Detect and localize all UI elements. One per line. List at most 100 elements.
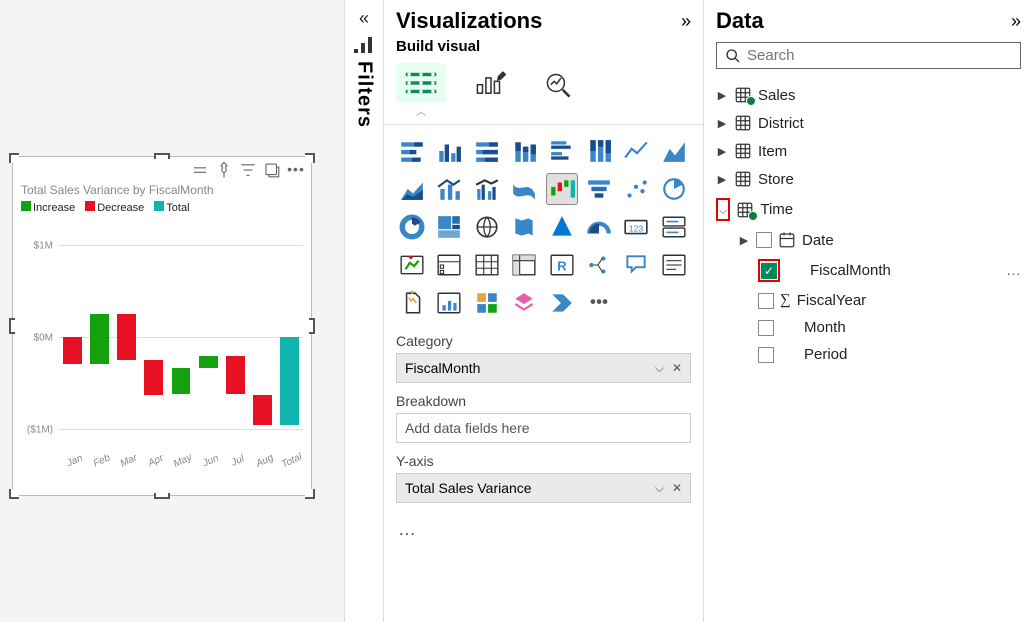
line-stacked-column-icon[interactable] — [433, 173, 465, 205]
table-district[interactable]: ▶District — [716, 109, 1021, 137]
qa-visual-icon[interactable] — [620, 249, 652, 281]
stacked-column-icon[interactable] — [508, 135, 540, 167]
slicer-icon[interactable] — [433, 249, 465, 281]
category-field-well[interactable]: FiscalMonth ⌵✕ — [396, 353, 691, 383]
ribbon-chart-icon[interactable] — [508, 173, 540, 205]
area-chart-icon[interactable] — [658, 135, 690, 167]
map-icon[interactable] — [471, 211, 503, 243]
clustered-bar-icon[interactable] — [546, 135, 578, 167]
funnel-chart-icon[interactable] — [583, 173, 615, 205]
bar-feb[interactable] — [90, 314, 109, 364]
table-sales[interactable]: ▶Sales — [716, 81, 1021, 109]
line-clustered-column-icon[interactable] — [471, 173, 503, 205]
field-fiscalmonth[interactable]: ✓FiscalMonth… — [716, 254, 1021, 287]
search-icon — [725, 48, 741, 64]
visual-type-gallery: 123 R ••• — [396, 135, 691, 319]
table-item[interactable]: ▶Item — [716, 137, 1021, 165]
stacked-column-100-icon[interactable] — [583, 135, 615, 167]
chevron-down-icon[interactable]: ⌵ — [655, 361, 664, 376]
more-options-icon[interactable]: ••• — [287, 161, 305, 179]
bar-apr[interactable] — [144, 360, 163, 395]
search-input[interactable] — [747, 47, 1012, 64]
pie-chart-icon[interactable] — [658, 173, 690, 205]
checkbox-period[interactable] — [758, 347, 774, 363]
category-well-label: Category — [396, 333, 691, 349]
bar-jan[interactable] — [63, 337, 82, 364]
field-more-icon[interactable]: … — [1006, 262, 1021, 279]
focus-mode-icon[interactable] — [263, 161, 281, 179]
filled-map-icon[interactable] — [508, 211, 540, 243]
bar-mar[interactable] — [117, 314, 136, 360]
bar-aug[interactable] — [253, 395, 272, 426]
table-time[interactable]: ⌵Time — [716, 193, 1021, 226]
kpi-icon[interactable] — [396, 249, 428, 281]
checkbox-date[interactable] — [756, 232, 772, 248]
donut-chart-icon[interactable] — [396, 211, 428, 243]
clustered-column-icon[interactable] — [433, 135, 465, 167]
gauge-icon[interactable] — [583, 211, 615, 243]
build-visual-tab[interactable] — [396, 63, 446, 103]
get-more-visuals-icon[interactable]: ••• — [583, 287, 615, 319]
scatter-chart-icon[interactable] — [620, 173, 652, 205]
format-visual-tab[interactable] — [466, 63, 516, 103]
app-source-icon[interactable] — [508, 287, 540, 319]
multi-row-card-icon[interactable] — [658, 211, 690, 243]
chart-legend: Increase Decrease Total — [13, 201, 311, 222]
hierarchy-date[interactable]: ▶Date — [716, 226, 1021, 254]
py-visual-icon[interactable] — [433, 287, 465, 319]
checkbox-fiscalyear[interactable] — [758, 293, 774, 309]
remove-field-icon[interactable]: ✕ — [672, 481, 682, 496]
drag-handle-icon[interactable] — [191, 161, 209, 179]
chevron-down-icon[interactable]: ⌵ — [655, 481, 664, 496]
stacked-bar-icon[interactable] — [396, 135, 428, 167]
pin-icon[interactable] — [215, 161, 233, 179]
checkbox-fiscalmonth[interactable]: ✓ — [761, 263, 777, 279]
bar-jun[interactable] — [199, 356, 218, 368]
collapse-data-icon[interactable]: » — [1011, 11, 1021, 32]
report-canvas[interactable]: ••• Total Sales Variance by FiscalMonth … — [0, 0, 344, 622]
bar-may[interactable] — [172, 368, 191, 395]
data-pane-title: Data — [716, 8, 764, 34]
legend-swatch-total — [154, 201, 164, 211]
decomposition-tree-icon[interactable] — [583, 249, 615, 281]
expand-filters-icon[interactable]: « — [359, 8, 369, 29]
breakdown-well-label: Breakdown — [396, 393, 691, 409]
chart-title: Total Sales Variance by FiscalMonth — [13, 183, 311, 201]
waterfall-chart-icon[interactable] — [546, 173, 578, 205]
smart-narrative-icon[interactable] — [658, 249, 690, 281]
legend-swatch-decrease — [85, 201, 95, 211]
paginated-report-icon[interactable] — [396, 287, 428, 319]
stacked-area-icon[interactable] — [396, 173, 428, 205]
power-automate-icon[interactable] — [546, 287, 578, 319]
collapse-viz-icon[interactable]: » — [681, 11, 691, 32]
yaxis-field-well[interactable]: Total Sales Variance ⌵✕ — [396, 473, 691, 503]
table-store[interactable]: ▶Store — [716, 165, 1021, 193]
chart-plot-area: $1M $0M ($1M) — [59, 222, 303, 452]
analytics-tab[interactable] — [536, 63, 586, 103]
treemap-icon[interactable] — [433, 211, 465, 243]
visualizations-pane: Visualizations » Build visual ︿ 123R••• … — [384, 0, 704, 622]
fields-tree: ▶Sales ▶District ▶Item ▶Store ⌵Time ▶Dat… — [716, 81, 1021, 368]
checkbox-month[interactable] — [758, 320, 774, 336]
more-field-wells[interactable]: … — [396, 513, 691, 540]
waterfall-visual[interactable]: ••• Total Sales Variance by FiscalMonth … — [12, 156, 312, 496]
search-box[interactable] — [716, 42, 1021, 69]
field-period[interactable]: Period — [716, 341, 1021, 368]
line-chart-icon[interactable] — [620, 135, 652, 167]
svg-text:•••: ••• — [590, 291, 608, 311]
card-icon[interactable]: 123 — [620, 211, 652, 243]
bar-jul[interactable] — [226, 356, 245, 394]
table-viz-icon[interactable] — [471, 249, 503, 281]
bar-total[interactable] — [280, 337, 299, 425]
matrix-icon[interactable] — [508, 249, 540, 281]
filters-pane-collapsed[interactable]: « Filters — [344, 0, 384, 622]
key-influencers-icon[interactable] — [471, 287, 503, 319]
field-fiscalyear[interactable]: ∑FiscalYear — [716, 287, 1021, 314]
filter-icon[interactable] — [239, 161, 257, 179]
stacked-bar-100-icon[interactable] — [471, 135, 503, 167]
azure-map-icon[interactable] — [546, 211, 578, 243]
field-month[interactable]: Month — [716, 314, 1021, 341]
r-visual-icon[interactable]: R — [546, 249, 578, 281]
remove-field-icon[interactable]: ✕ — [672, 361, 682, 376]
breakdown-field-well[interactable]: Add data fields here — [396, 413, 691, 443]
